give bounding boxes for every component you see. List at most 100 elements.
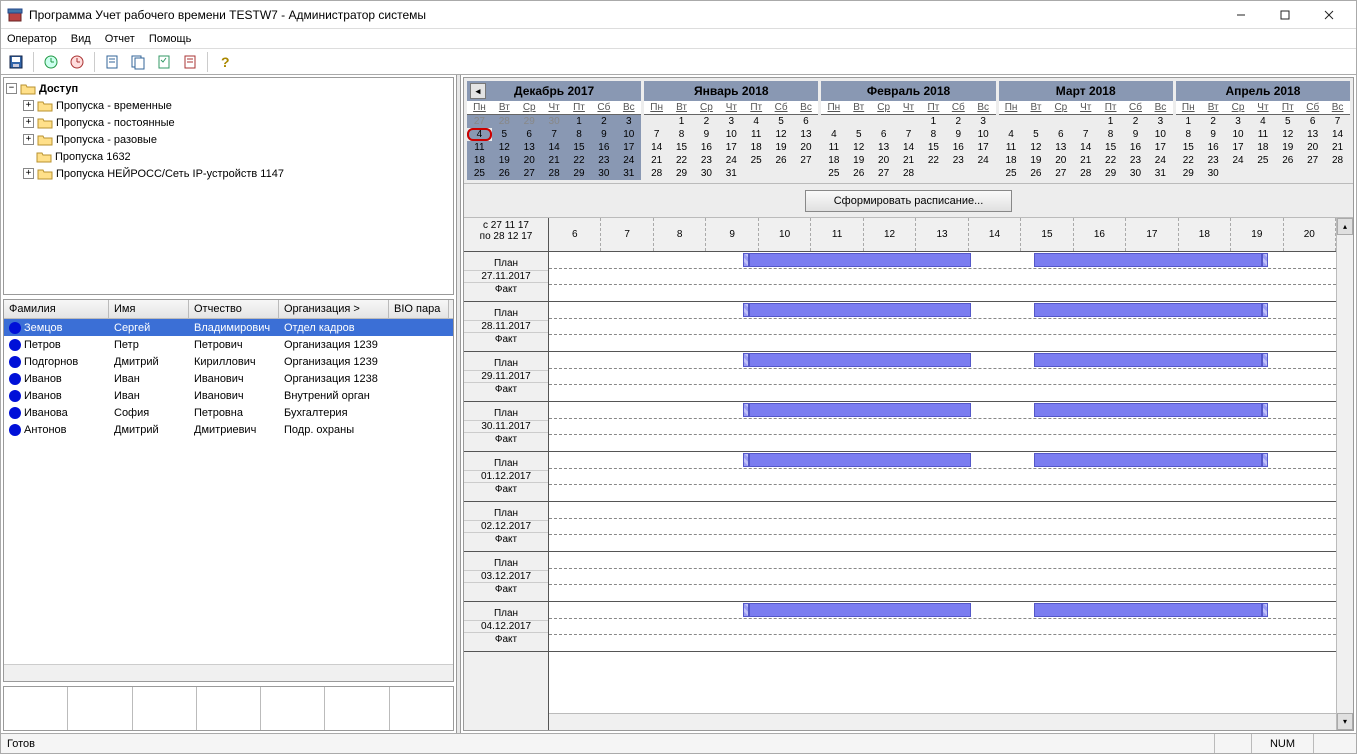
calendar-day[interactable]: 2	[591, 115, 616, 128]
calendar-day[interactable]: 14	[542, 141, 567, 154]
calendar-day[interactable]: 13	[871, 141, 896, 154]
calendar-day[interactable]: 23	[694, 154, 719, 167]
calendar-day[interactable]: 26	[1023, 167, 1048, 180]
calendar-day[interactable]: 4	[999, 128, 1024, 141]
calendar-day[interactable]: 28	[1073, 167, 1098, 180]
calendar-day[interactable]: 13	[794, 128, 819, 141]
tree-item[interactable]: Пропуска НЕЙРОСС/Сеть IP-устройств 1147	[56, 168, 284, 180]
calendar-day[interactable]: 23	[946, 154, 971, 167]
calendar-day[interactable]: 4	[744, 115, 769, 128]
calendar-day[interactable]: 19	[492, 154, 517, 167]
table-row[interactable]: ИвановИванИвановичОрганизация 1238	[4, 370, 453, 387]
expand-icon[interactable]: +	[23, 117, 34, 128]
calendar-day[interactable]: 25	[1250, 154, 1275, 167]
calendar-day[interactable]: 12	[1275, 128, 1300, 141]
calendar-day[interactable]: 9	[1123, 128, 1148, 141]
plan-bar[interactable]	[1034, 453, 1262, 467]
calendar-day[interactable]: 18	[1250, 141, 1275, 154]
calendar-day[interactable]: 4	[467, 128, 492, 141]
table-row[interactable]: АнтоновДмитрийДмитриевичПодр. охраны	[4, 421, 453, 438]
calendar-day[interactable]: 7	[644, 128, 669, 141]
calendar-day[interactable]: 8	[1098, 128, 1123, 141]
calendar-day[interactable]: 22	[567, 154, 592, 167]
column-header[interactable]: BIO пара	[389, 300, 449, 318]
calendar-day[interactable]: 25	[744, 154, 769, 167]
calendar-day[interactable]: 15	[1098, 141, 1123, 154]
calendar-day[interactable]: 7	[542, 128, 567, 141]
table-row[interactable]: ПетровПетрПетровичОрганизация 1239	[4, 336, 453, 353]
column-header[interactable]: Отчество	[189, 300, 279, 318]
table-row[interactable]: ПодгорновДмитрийКирилловичОрганизация 12…	[4, 353, 453, 370]
calendar-day[interactable]: 10	[616, 128, 641, 141]
calendar-day[interactable]: 21	[644, 154, 669, 167]
menu-report[interactable]: Отчет	[105, 33, 135, 45]
calendar-day[interactable]: 8	[1176, 128, 1201, 141]
expand-icon[interactable]: +	[23, 134, 34, 145]
calendar-day[interactable]: 7	[896, 128, 921, 141]
calendar-day[interactable]: 13	[517, 141, 542, 154]
help-icon[interactable]: ?	[214, 51, 236, 73]
column-header[interactable]: Имя	[109, 300, 189, 318]
minimize-button[interactable]	[1220, 4, 1262, 26]
calendar-day[interactable]: 16	[694, 141, 719, 154]
schedule-row[interactable]	[549, 502, 1336, 552]
report2-icon[interactable]	[127, 51, 149, 73]
calendar-day[interactable]: 6	[794, 115, 819, 128]
calendar-month[interactable]: Январь 2018ПнВтСрЧтПтСбВс123456789101112…	[644, 81, 818, 180]
calendar-day[interactable]: 4	[821, 128, 846, 141]
calendar-day[interactable]: 12	[1023, 141, 1048, 154]
calendar-day[interactable]: 26	[1275, 154, 1300, 167]
calendar-day[interactable]: 29	[669, 167, 694, 180]
expand-icon[interactable]: +	[23, 168, 34, 179]
calendar-day[interactable]: 14	[896, 141, 921, 154]
h-scrollbar[interactable]	[4, 664, 453, 681]
calendar-day[interactable]: 27	[1300, 154, 1325, 167]
tree-item[interactable]: Пропуска - разовые	[56, 134, 157, 146]
calendar-day[interactable]: 1	[1098, 115, 1123, 128]
calendar-day[interactable]: 17	[616, 141, 641, 154]
calendar-day[interactable]: 2	[1201, 115, 1226, 128]
plan-bar[interactable]	[749, 403, 971, 417]
calendar-day[interactable]: 14	[1325, 128, 1350, 141]
calendar-day[interactable]: 20	[517, 154, 542, 167]
employee-table[interactable]: ФамилияИмяОтчествоОрганизация >BIO пара …	[3, 299, 454, 682]
calendar-day[interactable]: 8	[669, 128, 694, 141]
schedule-row[interactable]	[549, 452, 1336, 502]
calendar-day[interactable]: 9	[946, 128, 971, 141]
calendar-day[interactable]: 19	[1023, 154, 1048, 167]
calendar-day[interactable]: 12	[769, 128, 794, 141]
calendar-day[interactable]: 21	[542, 154, 567, 167]
calendar-day[interactable]: 8	[567, 128, 592, 141]
calendar-day[interactable]: 29	[1098, 167, 1123, 180]
plan-bar[interactable]	[749, 353, 971, 367]
calendar-day[interactable]: 28	[542, 167, 567, 180]
calendar-day[interactable]: 22	[1176, 154, 1201, 167]
schedule-row[interactable]	[549, 602, 1336, 652]
plan-bar[interactable]	[749, 453, 971, 467]
calendar-day[interactable]: 19	[769, 141, 794, 154]
plan-bar[interactable]	[749, 253, 971, 267]
calendar-day[interactable]: 16	[591, 141, 616, 154]
calendar-day[interactable]: 24	[616, 154, 641, 167]
calendar-day[interactable]: 7	[1073, 128, 1098, 141]
calendar-month[interactable]: Февраль 2018ПнВтСрЧтПтСбВс12345678910111…	[821, 81, 995, 180]
calendar-day[interactable]: 17	[1226, 141, 1251, 154]
schedule-row[interactable]	[549, 552, 1336, 602]
calendar-day[interactable]: 5	[846, 128, 871, 141]
calendar-day[interactable]: 9	[694, 128, 719, 141]
calendar-day[interactable]: 12	[492, 141, 517, 154]
calendar-day[interactable]: 27	[517, 167, 542, 180]
calendar-day[interactable]: 5	[492, 128, 517, 141]
calendar-day[interactable]: 11	[821, 141, 846, 154]
calendar-day[interactable]: 1	[1176, 115, 1201, 128]
schedule-row[interactable]	[549, 352, 1336, 402]
calendar-day[interactable]: 10	[1226, 128, 1251, 141]
calendar-day[interactable]: 5	[1023, 128, 1048, 141]
plan-bar[interactable]	[1034, 403, 1262, 417]
calendar-day[interactable]: 15	[921, 141, 946, 154]
calendar-day[interactable]: 19	[846, 154, 871, 167]
calendar-day[interactable]: 30	[694, 167, 719, 180]
schedule-h-scrollbar[interactable]	[549, 713, 1336, 730]
calendar-day[interactable]: 11	[999, 141, 1024, 154]
calendar-day[interactable]: 14	[644, 141, 669, 154]
